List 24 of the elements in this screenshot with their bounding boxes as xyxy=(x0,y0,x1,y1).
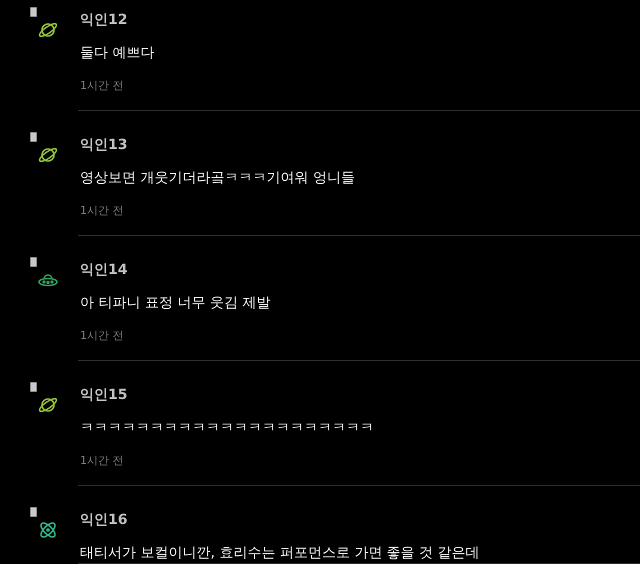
username: 익인15 xyxy=(80,386,128,405)
phone-icon xyxy=(30,382,37,392)
username: 익인13 xyxy=(80,136,128,155)
comment-text: 둘다 예쁘다 xyxy=(80,44,154,63)
phone-icon xyxy=(30,132,37,142)
planet-icon xyxy=(38,20,58,40)
planet-icon xyxy=(38,395,58,415)
ufo-icon xyxy=(38,273,58,287)
timestamp: 1시간 전 xyxy=(80,78,124,94)
phone-icon xyxy=(30,257,37,267)
timestamp: 1시간 전 xyxy=(80,203,124,219)
comment-text: 태티서가 보컬이니깐, 효리수는 퍼포먼스로 가면 좋을 것 같은데 xyxy=(80,544,480,563)
atom-icon xyxy=(38,520,58,540)
timestamp: 1시간 전 xyxy=(80,328,124,344)
phone-icon xyxy=(30,507,37,517)
username: 익인12 xyxy=(80,11,128,30)
comment-text: ㅋㅋㅋㅋㅋㅋㅋㅋㅋㅋㅋㅋㅋㅋㅋㅋㅋㅋㅋㅋㅋ xyxy=(80,419,374,438)
planet-icon xyxy=(38,145,58,165)
comment-text: 영상보면 개웃기더라곸ㅋㅋㅋ기여워 엉니들 xyxy=(80,169,355,188)
phone-icon xyxy=(30,7,37,17)
username: 익인16 xyxy=(80,511,128,530)
comment-text: 아 티파니 표정 너무 웃김 제발 xyxy=(80,294,270,313)
timestamp: 1시간 전 xyxy=(80,453,124,469)
username: 익인14 xyxy=(80,261,128,280)
